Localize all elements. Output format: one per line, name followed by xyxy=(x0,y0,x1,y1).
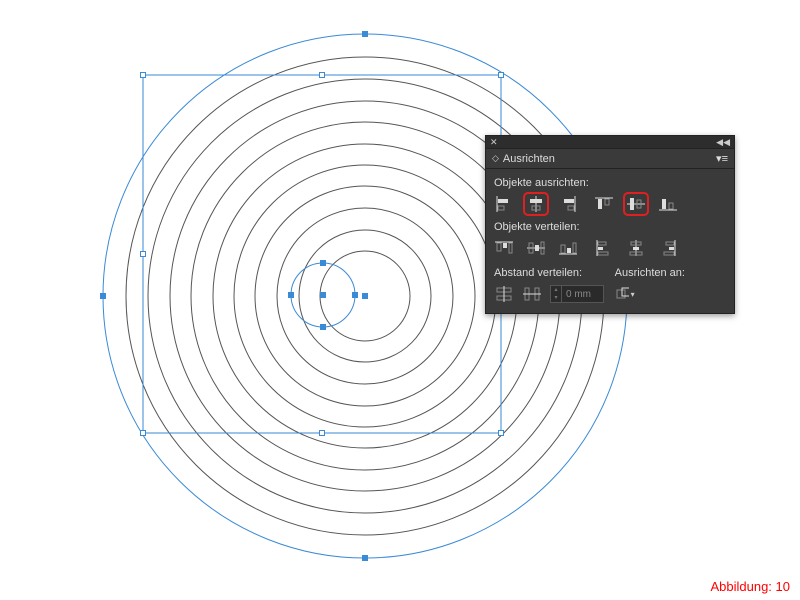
figure-caption: Abbildung: 10 xyxy=(710,579,790,594)
spacing-value-field[interactable]: ▴▾ 0 mm xyxy=(550,285,604,303)
align-right-icon[interactable] xyxy=(558,195,578,213)
panel-title: Ausrichten xyxy=(503,153,555,165)
panel-tab[interactable]: ◇ Ausrichten ▾≡ xyxy=(486,149,734,169)
distribute-section-label: Objekte verteilen: xyxy=(494,221,726,233)
align-to-section-label: Ausrichten an: xyxy=(615,267,726,279)
align-top-icon[interactable] xyxy=(594,195,614,213)
close-icon[interactable]: ✕ xyxy=(490,138,498,147)
align-section-label: Objekte ausrichten: xyxy=(494,177,726,189)
dist-bottom-icon[interactable] xyxy=(558,239,578,257)
align-bottom-icon[interactable] xyxy=(658,195,678,213)
spacing-section-label: Abstand verteilen: xyxy=(494,267,605,279)
align-to-dropdown[interactable]: ▾ xyxy=(615,285,635,303)
panel-menu-icon[interactable]: ▾≡ xyxy=(716,152,728,165)
align-vcenter-icon[interactable] xyxy=(626,195,646,213)
align-panel[interactable]: ✕ ◀◀ ◇ Ausrichten ▾≡ Objekte ausrichten:… xyxy=(485,135,735,314)
panel-header-bar[interactable]: ✕ ◀◀ xyxy=(486,136,734,149)
dist-left-icon[interactable] xyxy=(594,239,614,257)
dist-space-h-icon[interactable] xyxy=(522,285,542,303)
dist-hcenter-icon[interactable] xyxy=(626,239,646,257)
dist-vcenter-icon[interactable] xyxy=(526,239,546,257)
align-hcenter-icon[interactable] xyxy=(526,195,546,213)
dist-right-icon[interactable] xyxy=(658,239,678,257)
collapse-icon[interactable]: ◀◀ xyxy=(716,138,730,147)
align-left-icon[interactable] xyxy=(494,195,514,213)
spacing-value: 0 mm xyxy=(562,289,591,300)
dist-space-v-icon[interactable] xyxy=(494,285,514,303)
panel-body: Objekte ausrichten: Objekte verteilen: A… xyxy=(486,169,734,313)
dist-top-icon[interactable] xyxy=(494,239,514,257)
panel-toggle-icon[interactable]: ◇ xyxy=(492,153,499,164)
